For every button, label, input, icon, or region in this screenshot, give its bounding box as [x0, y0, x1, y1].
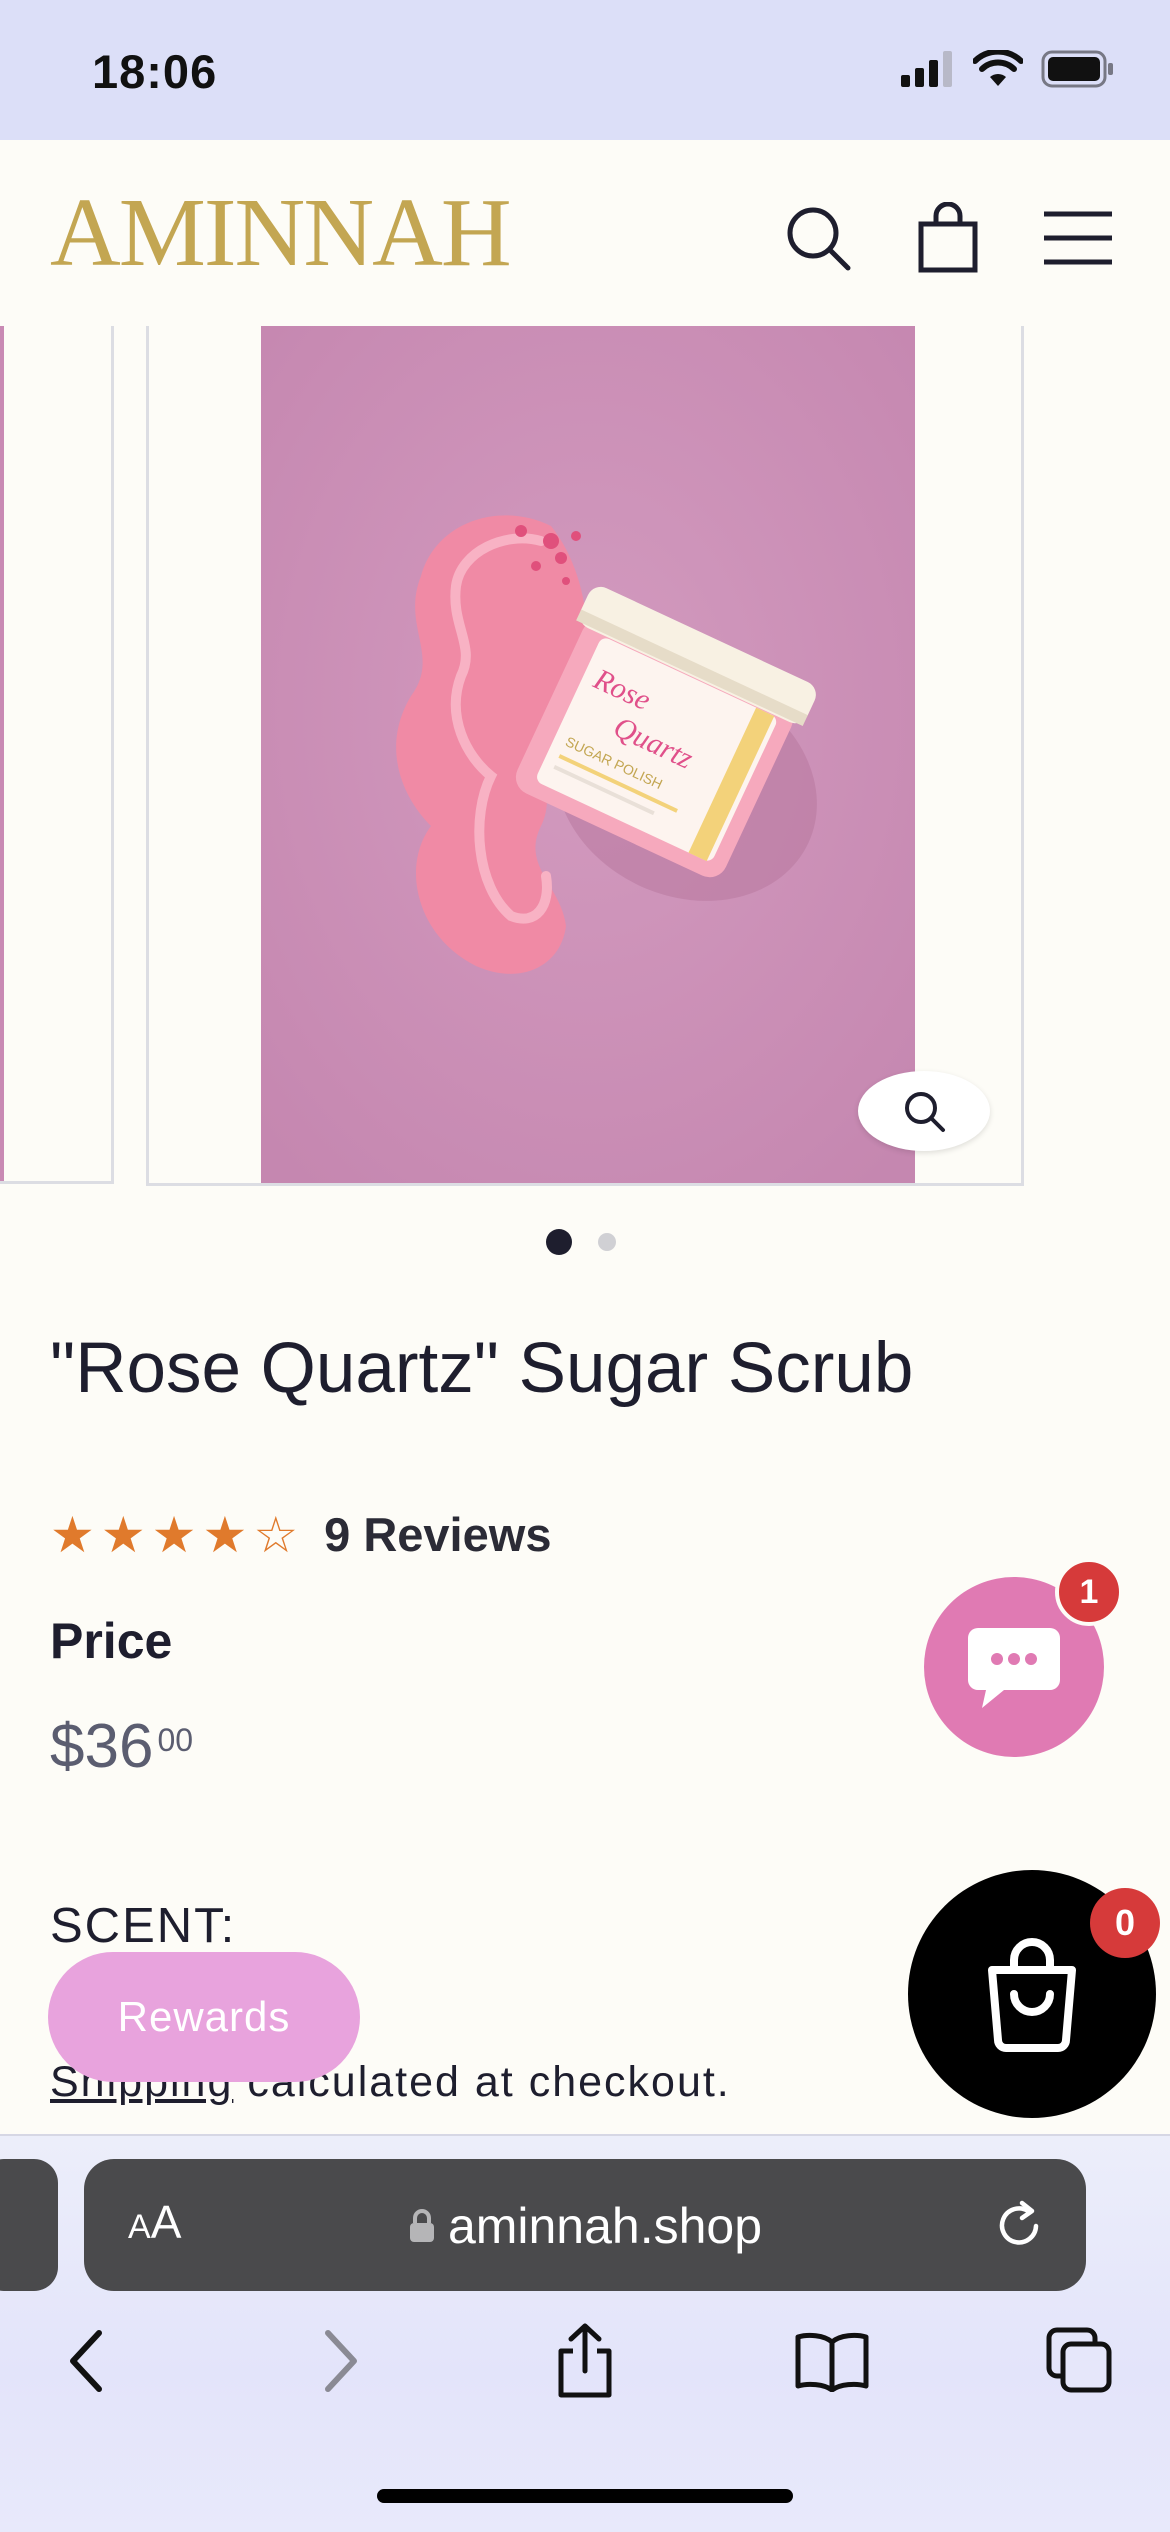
chevron-right-icon [325, 2330, 357, 2392]
url-display: aminnah.shop [84, 2197, 1086, 2255]
share-icon [558, 2323, 612, 2398]
tabs-icon [1046, 2327, 1112, 2393]
address-bar[interactable]: AA aminnah.shop [84, 2159, 1086, 2291]
browser-chrome: AA aminnah.shop [0, 2134, 1170, 2532]
reviews-count[interactable]: 9 Reviews [324, 1507, 551, 1562]
signal-icon [901, 51, 952, 87]
current-slide[interactable]: Rose Quartz SUGAR POLISH [146, 326, 1024, 1186]
zoom-button[interactable] [858, 1071, 990, 1151]
back-button[interactable] [42, 2316, 132, 2406]
gallery-dot-1[interactable] [546, 1229, 572, 1255]
status-time: 18:06 [92, 45, 218, 98]
bag-icon[interactable] [912, 202, 984, 274]
price-label: Price [50, 1613, 173, 1669]
gallery-dot-2[interactable] [598, 1233, 616, 1251]
product-price: $36 00 [50, 1716, 193, 1778]
menu-icon[interactable] [1042, 202, 1114, 274]
previous-slide[interactable] [0, 326, 114, 1184]
reload-icon[interactable] [992, 2199, 1046, 2253]
site-header: AMINNAH [0, 140, 1170, 326]
scent-label: SCENT: [50, 1899, 237, 1953]
wifi-icon [973, 50, 1023, 86]
previous-slide-image [0, 326, 4, 1181]
forward-button[interactable] [295, 2316, 385, 2406]
search-icon[interactable] [782, 202, 854, 274]
tabs-button[interactable] [1035, 2316, 1125, 2406]
home-indicator [377, 2489, 793, 2503]
lock-icon [409, 2208, 434, 2242]
chevron-left-icon [70, 2330, 102, 2392]
previous-tab-peek[interactable] [0, 2159, 58, 2291]
url-text: aminnah.shop [447, 2198, 763, 2254]
star-empty-icon: ☆ [253, 1506, 299, 1563]
star-filled-icon: ★ [50, 1506, 95, 1563]
price-cents: 00 [157, 1722, 194, 1758]
product-title: "Rose Quartz" Sugar Scrub [50, 1329, 914, 1408]
sugar-scrub-jar-illustration: Rose Quartz SUGAR POLISH [261, 326, 915, 1183]
share-button[interactable] [540, 2316, 630, 2406]
price-amount: $36 [50, 1712, 154, 1781]
chat-unread-badge: 1 [1055, 1558, 1123, 1626]
gallery-pagination [546, 1229, 616, 1255]
book-icon [795, 2332, 869, 2392]
zoom-icon [905, 1092, 945, 1132]
bookmarks-button[interactable] [787, 2316, 877, 2406]
status-bar: 18:06 [0, 0, 1170, 140]
star-filled-icon: ★ [151, 1506, 197, 1563]
shopping-bag-icon [988, 1938, 1076, 2052]
browser-toolbar [0, 2316, 1170, 2436]
product-gallery[interactable]: Rose Quartz SUGAR POLISH [0, 326, 1170, 1186]
battery-icon [1041, 50, 1113, 88]
chat-bubble-icon [968, 1628, 1060, 1708]
star-filled-icon: ★ [202, 1506, 248, 1563]
brand-logo[interactable]: AMINNAH [50, 184, 512, 282]
status-icons [901, 50, 1115, 88]
product-rating[interactable]: ★ ★ ★ ★ ☆ 9 Reviews [50, 1507, 551, 1562]
star-filled-icon: ★ [100, 1506, 146, 1563]
cart-count-badge: 0 [1090, 1888, 1160, 1958]
product-image: Rose Quartz SUGAR POLISH [261, 326, 915, 1183]
rating-stars: ★ ★ ★ ★ ☆ [50, 1510, 298, 1560]
rewards-button[interactable]: Rewards [48, 1952, 360, 2082]
